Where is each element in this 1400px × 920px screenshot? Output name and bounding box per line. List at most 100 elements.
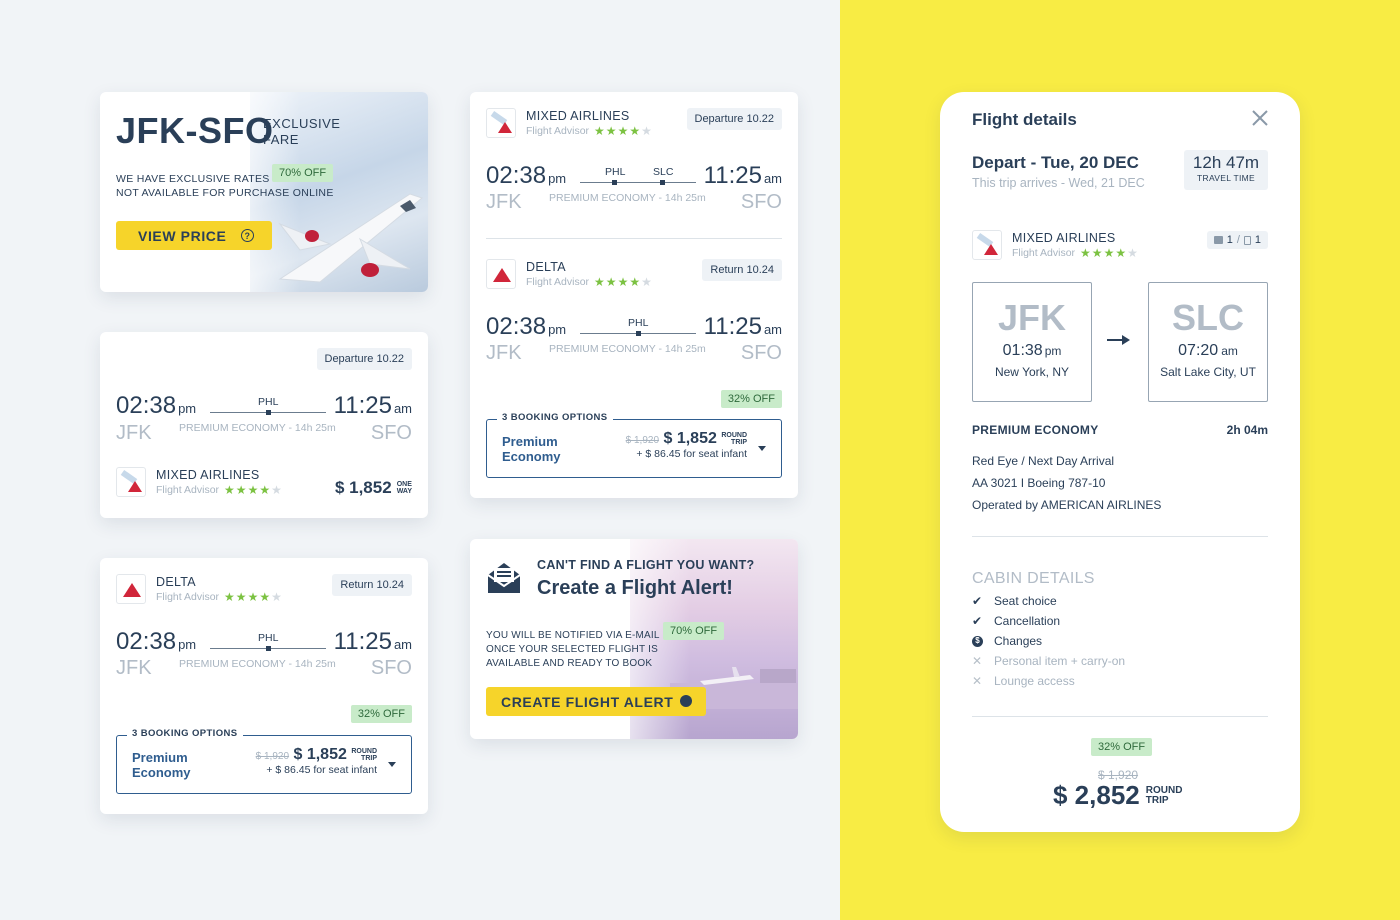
stop-code-2: SLC <box>653 166 674 178</box>
alert-text-line1: YOU WILL BE NOTIFIED VIA E-MAIL <box>486 630 660 641</box>
alert-text-line2: ONCE YOUR SELECTED FLIGHT IS <box>486 644 658 655</box>
star-icon: ★ <box>594 124 605 139</box>
check-icon: ✔ <box>972 594 983 608</box>
cabin-class: PREMIUM ECONOMY <box>972 423 1099 437</box>
carry-on-count: 1 <box>1226 234 1233 246</box>
star-icon: ★ <box>629 275 641 290</box>
flight-advisor-label: Flight Advisor <box>526 275 590 288</box>
rating-stars: ★ ★ ★ ★ ★ <box>224 591 282 603</box>
baggage-separator-icon: / <box>1236 234 1240 246</box>
flight-alert-card[interactable]: CAN'T FIND A FLIGHT YOU WANT? Create a F… <box>470 539 798 739</box>
flight-info-line3: Operated by AMERICAN AIRLINES <box>972 498 1162 512</box>
price-note: ROUND TRIP <box>721 432 747 446</box>
view-price-button[interactable]: VIEW PRICE ? <box>116 221 272 250</box>
promo-text-line1: WE HAVE EXCLUSIVE RATES <box>116 173 270 185</box>
star-icon: ★ <box>235 590 247 605</box>
return-flight-card[interactable]: DELTA Flight Advisor ★ ★ ★ ★ ★ Return 10.24 0… <box>100 558 428 814</box>
booking-class-line2: Economy <box>502 449 561 464</box>
booking-class-line2: Economy <box>132 765 191 780</box>
total-price-value: $ 2,852 <box>1053 780 1140 810</box>
price-note-line2: WAY <box>396 488 412 495</box>
arrival-time: 11:25 am <box>334 392 412 420</box>
alert-text: YOU WILL BE NOTIFIED VIA E-MAIL ONCE YOU… <box>486 629 660 671</box>
create-flight-alert-button[interactable]: CREATE FLIGHT ALERT <box>486 687 706 716</box>
arrival-ampm: am <box>763 322 782 337</box>
airline-name: MIXED AIRLINES <box>1012 230 1116 245</box>
departure-ampm: pm <box>548 171 567 186</box>
round-trip-flight-card[interactable]: MIXED AIRLINES Flight Advisor ★ ★ ★ ★ ★ Depar… <box>470 92 798 498</box>
route-line <box>580 182 696 183</box>
promo-card[interactable]: JFK-SFO EXCLUSIVE FARE 70% OFF WE HAVE E… <box>100 92 428 292</box>
outbound-arrival-time: 11:25 am <box>704 162 782 190</box>
price-value: $ 1,852 <box>334 478 392 497</box>
airplane-image <box>278 193 424 283</box>
price-note: ONE WAY <box>397 481 412 495</box>
cross-icon: ✕ <box>972 654 983 668</box>
arrival-time-value: 11:25 <box>703 162 762 189</box>
price-note-line1: ROUND <box>351 747 377 755</box>
outbound-airline-info: MIXED AIRLINES Flight Advisor ★ ★ ★ ★ ★ <box>486 108 652 138</box>
dollar-icon: $ <box>972 635 983 647</box>
price-note-line2: TRIP <box>1145 794 1169 806</box>
return-arrival-code: SFO <box>740 342 782 364</box>
departure-ampm: pm <box>548 322 567 337</box>
discount-badge: 32% OFF <box>350 705 412 723</box>
cabin-detail-label: Lounge access <box>994 674 1075 688</box>
return-departure-code: JFK <box>486 342 522 364</box>
departure-code: JFK <box>116 657 152 679</box>
stop-code: PHL <box>258 632 279 644</box>
cabin-detail-item: ✕ Lounge access <box>972 671 1125 691</box>
arrow-right-icon <box>1106 333 1132 352</box>
booking-price-block: $ 1,920 $ 1,852 ROUND TRIP + $ 86.45 for … <box>256 746 377 776</box>
booking-options-select[interactable]: 3 BOOKING OPTIONS Premium Economy $ 1,92… <box>486 412 782 478</box>
return-date-pill: Return 10.24 <box>332 574 412 596</box>
return-airline-info: DELTA Flight Advisor ★ ★ ★ ★ ★ <box>486 259 652 289</box>
destination-ampm: am <box>1221 344 1238 358</box>
checked-bag-icon <box>1243 235 1251 245</box>
promo-text: WE HAVE EXCLUSIVE RATES NOT AVAILABLE FO… <box>116 172 334 200</box>
flight-advisor-rating: Flight Advisor ★ ★ ★ ★ ★ <box>156 484 282 496</box>
star-icon: ★ <box>1091 246 1103 261</box>
cabin-detail-label: Seat choice <box>994 594 1057 608</box>
one-way-flight-card[interactable]: Departure 10.22 02:38 pm JFK PHL PREMIUM … <box>100 332 428 518</box>
alert-title: Create a Flight Alert! <box>537 577 733 599</box>
flight-advisor-rating: Flight Advisor ★ ★ ★ ★ ★ <box>1012 247 1138 259</box>
airline-name: MIXED AIRLINES <box>156 467 260 482</box>
old-price: $ 1,920 <box>255 751 290 762</box>
price-note: ROUND TRIP <box>1145 785 1183 806</box>
flight-advisor-label: Flight Advisor <box>156 590 220 603</box>
infant-fee: + $ 86.45 for seat infant <box>636 448 747 460</box>
view-price-label: VIEW PRICE <box>138 227 227 244</box>
discount-badge: 32% OFF <box>720 390 782 408</box>
travel-time-box: 12h 47m TRAVEL TIME <box>1184 150 1268 190</box>
flight-advisor-rating: Flight Advisor ★ ★ ★ ★ ★ <box>156 591 282 603</box>
star-icon: ★ <box>271 483 282 498</box>
delta-logo-icon <box>486 259 516 289</box>
departure-time: 02:38 pm <box>116 628 196 656</box>
star-icon: ★ <box>259 483 271 498</box>
flight-info: PREMIUM ECONOMY - 14h 25m <box>549 192 706 204</box>
promo-route: JFK-SFO <box>116 110 274 151</box>
price-note-line2: TRIP <box>731 438 747 446</box>
departure-time-value: 02:38 <box>486 162 547 189</box>
booking-options-select[interactable]: 3 BOOKING OPTIONS Premium Economy $ 1,92… <box>116 728 412 794</box>
star-icon: ★ <box>224 483 235 498</box>
origin-time-value: 01:38 <box>1002 342 1043 359</box>
stop-code: PHL <box>258 396 279 408</box>
arrival-ampm: am <box>393 401 412 416</box>
destination-code: SLC <box>1172 297 1244 338</box>
delta-logo-icon <box>116 574 146 604</box>
close-icon[interactable] <box>1250 108 1270 128</box>
star-icon: ★ <box>1127 246 1138 261</box>
star-icon: ★ <box>617 275 629 290</box>
baggage-info: 1 / 1 <box>1206 231 1268 249</box>
booking-options-legend: 3 BOOKING OPTIONS <box>497 412 613 423</box>
travel-time-label: TRAVEL TIME <box>1197 173 1255 183</box>
flight-details-panel: Flight details Depart - Tue, 20 DEC This… <box>940 92 1300 832</box>
return-date-pill: Return 10.24 <box>702 259 782 281</box>
total-price: $ 2,852 ROUND TRIP <box>1053 780 1182 811</box>
stop-marker-2 <box>660 180 665 185</box>
flight-info-line1: Red Eye / Next Day Arrival <box>972 454 1115 468</box>
departure-code: JFK <box>116 422 152 444</box>
chevron-down-icon <box>758 446 766 451</box>
